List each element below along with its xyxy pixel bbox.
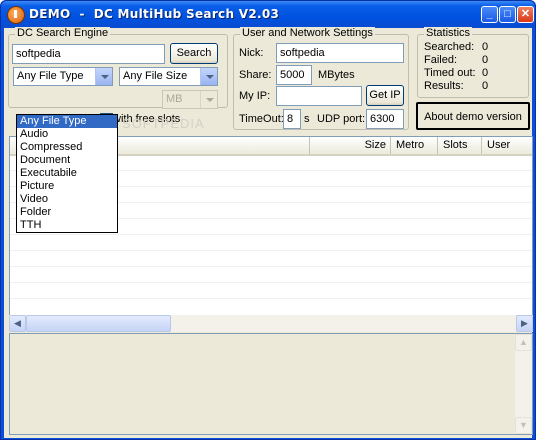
search-query-input[interactable]: softpedia bbox=[12, 44, 165, 64]
file-type-option[interactable]: Audio bbox=[17, 128, 117, 141]
myip-label: My IP: bbox=[239, 90, 271, 102]
size-unit-dropdown-arrow-icon bbox=[200, 91, 217, 108]
table-row bbox=[10, 234, 532, 235]
app-window: DEMO - DC MultiHub Search V2.03 _ □ ✕ DC… bbox=[0, 0, 536, 440]
log-vertical-scrollbar[interactable]: ▲ ▼ bbox=[515, 334, 532, 434]
col-user-header[interactable]: User bbox=[482, 137, 532, 154]
share-input[interactable]: 5000 bbox=[276, 65, 312, 85]
size-unit-select: MB bbox=[162, 90, 218, 109]
search-engine-group-label: DC Search Engine bbox=[15, 27, 111, 39]
col-size-header[interactable]: Size bbox=[310, 137, 391, 154]
stat-searched-label: Searched: bbox=[424, 41, 475, 53]
client-area: DC Search Engine softpedia Search Any Fi… bbox=[4, 27, 533, 438]
stat-timedout-value: 0 bbox=[482, 67, 489, 79]
log-panel[interactable]: ▲ ▼ bbox=[9, 333, 533, 435]
udp-port-input[interactable]: 6300 bbox=[366, 109, 404, 129]
stat-timedout-label: Timed out: bbox=[424, 67, 476, 79]
col-slots-header[interactable]: Slots bbox=[438, 137, 482, 154]
size-unit-value: MB bbox=[166, 93, 183, 105]
stat-failed-label: Failed: bbox=[424, 54, 458, 66]
stat-searched-value: 0 bbox=[482, 41, 489, 53]
table-row bbox=[10, 282, 532, 283]
file-type-option[interactable]: Compressed bbox=[17, 141, 117, 154]
search-button[interactable]: Search bbox=[170, 43, 218, 64]
results-horizontal-scrollbar[interactable]: ◀ ▶ bbox=[9, 315, 533, 332]
about-demo-button[interactable]: About demo version bbox=[416, 102, 530, 130]
file-size-select[interactable]: Any File Size bbox=[119, 67, 218, 86]
file-type-option[interactable]: Document bbox=[17, 154, 117, 167]
file-type-option[interactable]: Executabile bbox=[17, 167, 117, 180]
window-title: DEMO - DC MultiHub Search V2.03 bbox=[29, 7, 280, 21]
scroll-left-icon[interactable]: ◀ bbox=[9, 315, 26, 332]
table-row bbox=[10, 250, 532, 251]
file-size-dropdown-arrow-icon[interactable] bbox=[200, 68, 217, 85]
nick-input[interactable]: softpedia bbox=[276, 43, 404, 63]
statistics-group-label: Statistics bbox=[424, 27, 473, 39]
file-type-option[interactable]: Folder bbox=[17, 206, 117, 219]
scroll-up-icon[interactable]: ▲ bbox=[515, 334, 532, 351]
stat-results-value: 0 bbox=[482, 80, 489, 92]
network-settings-group-label: User and Network Settings bbox=[240, 27, 375, 39]
get-ip-button[interactable]: Get IP bbox=[366, 85, 404, 106]
maximize-button[interactable]: □ bbox=[499, 6, 516, 23]
timeout-unit-label: s bbox=[304, 113, 310, 125]
file-type-dropdown-list[interactable]: Any File Type Audio Compressed Document … bbox=[16, 114, 118, 233]
file-type-option[interactable]: Any File Type bbox=[17, 115, 117, 128]
file-type-dropdown-arrow-icon[interactable] bbox=[95, 68, 112, 85]
table-row bbox=[10, 298, 532, 299]
file-type-option[interactable]: Video bbox=[17, 193, 117, 206]
myip-input[interactable] bbox=[276, 86, 362, 106]
minimize-button[interactable]: _ bbox=[481, 6, 498, 23]
timeout-input[interactable]: 8 bbox=[283, 109, 301, 129]
scroll-down-icon[interactable]: ▼ bbox=[515, 417, 532, 434]
file-type-selected-value: Any File Type bbox=[17, 70, 84, 82]
softpedia-watermark: SOFTPEDIA bbox=[122, 116, 205, 131]
col-metro-header[interactable]: Metro bbox=[391, 137, 438, 154]
nick-label: Nick: bbox=[239, 47, 264, 59]
horizontal-scroll-thumb[interactable] bbox=[26, 315, 171, 332]
stat-failed-value: 0 bbox=[482, 54, 489, 66]
file-size-selected-value: Any File Size bbox=[123, 70, 188, 82]
file-type-option[interactable]: TTH bbox=[17, 219, 117, 232]
udp-port-label: UDP port: bbox=[317, 113, 366, 125]
stat-results-label: Results: bbox=[424, 80, 464, 92]
timeout-label: TimeOut: bbox=[239, 113, 284, 125]
title-bar[interactable]: DEMO - DC MultiHub Search V2.03 _ □ ✕ bbox=[1, 1, 535, 28]
close-button[interactable]: ✕ bbox=[517, 6, 534, 23]
app-icon bbox=[7, 6, 25, 24]
file-type-select[interactable]: Any File Type bbox=[13, 67, 113, 86]
table-row bbox=[10, 266, 532, 267]
share-label: Share: bbox=[239, 69, 272, 81]
file-type-option[interactable]: Picture bbox=[17, 180, 117, 193]
share-unit-label: MBytes bbox=[318, 69, 355, 81]
scroll-right-icon[interactable]: ▶ bbox=[516, 315, 533, 332]
